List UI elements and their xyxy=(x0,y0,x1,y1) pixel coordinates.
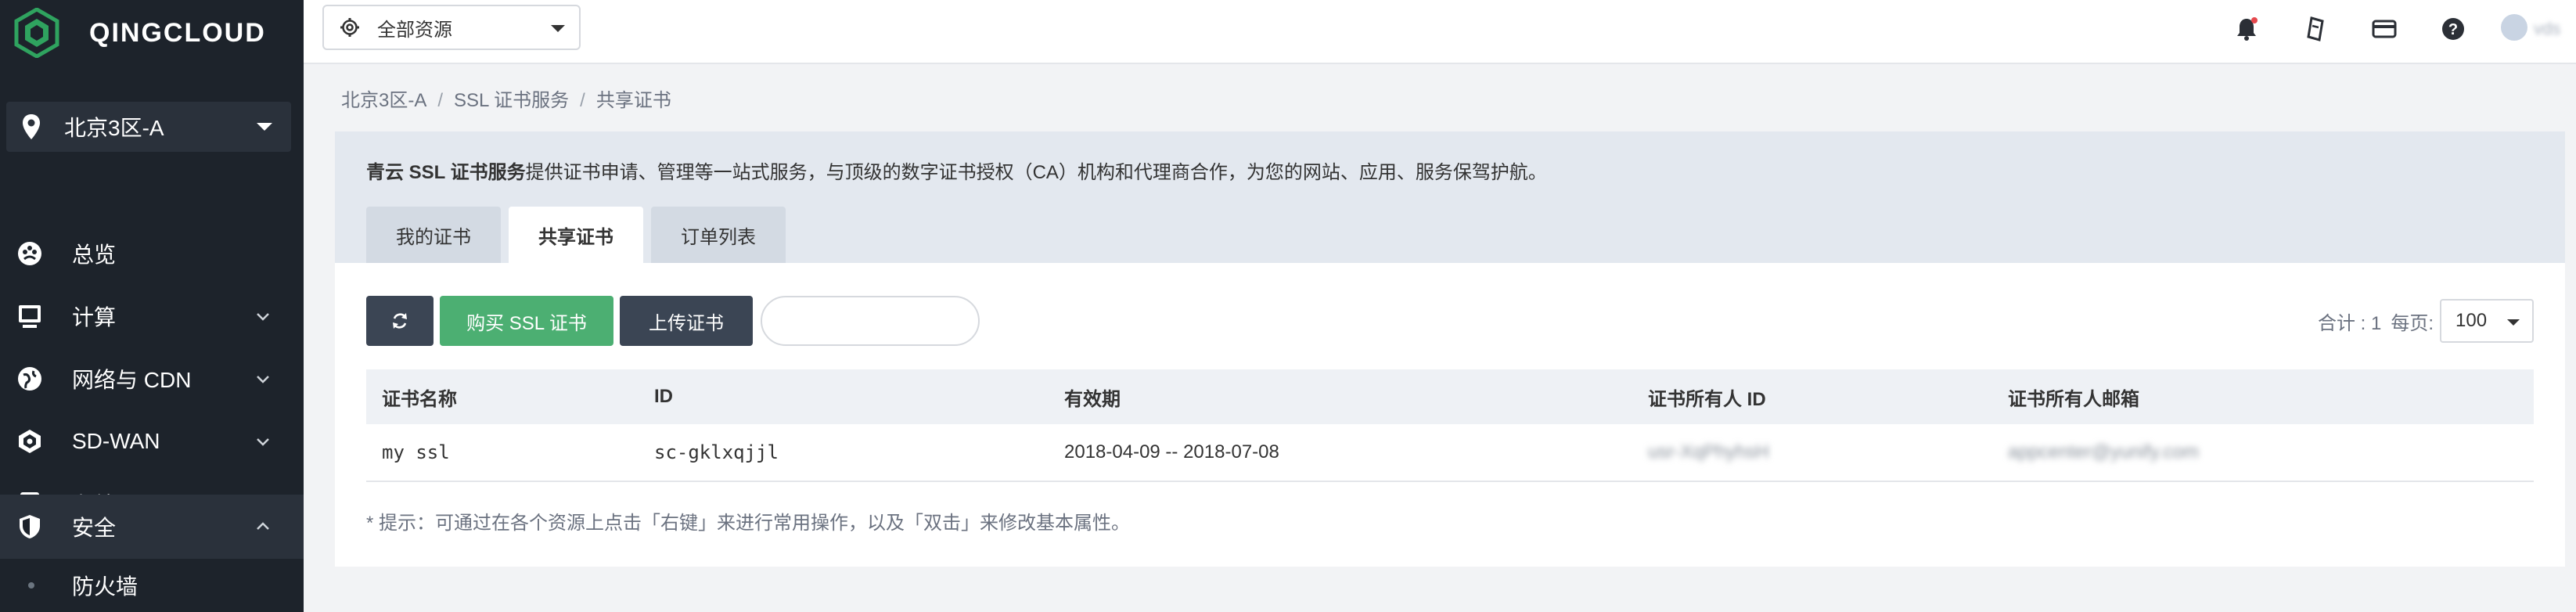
qingcloud-logo-icon xyxy=(14,8,59,58)
sidebar: QINGCLOUD 北京3区-A 总览 计算 网络与 CDN SD-WAN 安全… xyxy=(0,0,304,612)
cell-owner-email: appcenter@yunify.com xyxy=(1992,424,2534,482)
pagination: 合计 : 1 每页: 100 xyxy=(2318,299,2534,343)
column-header-owner-email[interactable]: 证书所有人邮箱 xyxy=(1992,369,2534,424)
resource-select-value: 全部资源 xyxy=(377,19,452,41)
bullet-icon xyxy=(28,582,34,589)
table-row[interactable]: my ssl sc-gklxqjjl 2018-04-09 -- 2018-07… xyxy=(366,424,2534,482)
brand-logo[interactable]: QINGCLOUD xyxy=(14,8,266,58)
brand-name: QINGCLOUD xyxy=(89,17,266,48)
ticket-icon[interactable] xyxy=(2302,16,2329,42)
chevron-down-icon xyxy=(2507,319,2520,326)
sidebar-subitem-firewall[interactable]: 防火墙 xyxy=(0,559,304,612)
breadcrumb-item-zone[interactable]: 北京3区-A xyxy=(341,90,426,111)
total-count: 合计 : 1 xyxy=(2317,312,2382,334)
chevron-down-icon xyxy=(257,376,269,383)
zone-label: 北京3区-A xyxy=(64,116,164,140)
sidebar-item-label: 总览 xyxy=(72,243,117,267)
sidebar-item-sdwan[interactable]: SD-WAN xyxy=(0,410,304,473)
buy-ssl-button[interactable]: 购买 SSL 证书 xyxy=(440,296,613,346)
sidebar-item-security[interactable]: 安全 xyxy=(0,495,304,559)
chevron-up-icon xyxy=(257,522,269,530)
user-name[interactable]: vds xyxy=(2534,19,2560,39)
computer-icon xyxy=(16,302,44,330)
dashboard-icon xyxy=(16,239,44,268)
search-input[interactable] xyxy=(761,296,980,346)
owner-id-value: usr-XqPhyhsH xyxy=(1648,441,1769,463)
tab-order-list[interactable]: 订单列表 xyxy=(651,207,786,263)
refresh-button[interactable] xyxy=(366,296,434,346)
column-header-name[interactable]: 证书名称 xyxy=(366,369,639,424)
column-header-validity[interactable]: 有效期 xyxy=(1049,369,1632,424)
breadcrumb-item-current: 共享证书 xyxy=(595,90,671,111)
breadcrumb: 北京3区-A / SSL 证书服务 / 共享证书 xyxy=(341,85,671,112)
notification-bell-icon[interactable] xyxy=(2233,16,2260,42)
sidebar-item-label: SD-WAN xyxy=(72,429,160,453)
avatar[interactable] xyxy=(2501,14,2527,41)
breadcrumb-item-ssl[interactable]: SSL 证书服务 xyxy=(454,90,569,111)
toolbar: 购买 SSL 证书 上传证书 xyxy=(366,296,980,346)
service-description: 提供证书申请、管理等一站式服务，与顶级的数字证书授权（CA）机构和代理商合作，为… xyxy=(525,162,1547,183)
panel-header: 青云 SSL 证书服务提供证书申请、管理等一站式服务，与顶级的数字证书授权（CA… xyxy=(335,131,2565,263)
service-intro: 青云 SSL 证书服务提供证书申请、管理等一站式服务，与顶级的数字证书授权（CA… xyxy=(366,157,1547,184)
chevron-down-icon xyxy=(257,438,269,446)
upload-certificate-button[interactable]: 上传证书 xyxy=(620,296,753,346)
table-header-row: 证书名称 ID 有效期 证书所有人 ID 证书所有人邮箱 xyxy=(366,369,2534,424)
column-header-id[interactable]: ID xyxy=(639,369,1049,424)
cell-id[interactable]: sc-gklxqjjl xyxy=(639,424,1049,482)
tab-bar: 我的证书 共享证书 订单列表 xyxy=(366,207,786,263)
topbar: 全部资源 ? vds xyxy=(304,0,2576,64)
owner-email-value: appcenter@yunify.com xyxy=(2008,441,2200,463)
sidebar-item-overview[interactable]: 总览 xyxy=(0,222,304,285)
sidebar-item-network[interactable]: 网络与 CDN xyxy=(0,347,304,410)
per-page-value: 100 xyxy=(2455,310,2488,331)
sidebar-item-label: 网络与 CDN xyxy=(72,368,192,392)
sidebar-item-label: 计算 xyxy=(72,305,117,329)
sidebar-item-compute[interactable]: 计算 xyxy=(0,285,304,347)
per-page-label: 每页: xyxy=(2391,312,2434,334)
refresh-icon xyxy=(393,313,407,329)
chevron-down-icon xyxy=(257,123,272,131)
chevron-down-icon xyxy=(257,313,269,321)
tab-my-certificates[interactable]: 我的证书 xyxy=(366,207,501,263)
svg-text:?: ? xyxy=(2448,21,2458,38)
sidebar-subitem-label: 防火墙 xyxy=(72,574,139,599)
resource-select[interactable]: 全部资源 xyxy=(322,5,581,50)
shield-icon xyxy=(16,513,44,541)
breadcrumb-separator: / xyxy=(580,90,585,111)
usage-tip: * 提示：可通过在各个资源上点击「右键」来进行常用操作，以及「双击」来修改基本属… xyxy=(366,513,1131,534)
breadcrumb-separator: / xyxy=(437,90,444,111)
per-page-select[interactable]: 100 xyxy=(2440,299,2534,343)
help-icon[interactable]: ? xyxy=(2440,16,2466,42)
gear-icon xyxy=(340,18,359,37)
globe-icon xyxy=(16,365,44,393)
sdwan-icon xyxy=(16,427,44,455)
main-panel: 青云 SSL 证书服务提供证书申请、管理等一站式服务，与顶级的数字证书授权（CA… xyxy=(335,131,2565,567)
chevron-down-icon xyxy=(551,25,565,32)
cell-owner-id: usr-XqPhyhsH xyxy=(1632,424,1992,482)
sidebar-item-label: 安全 xyxy=(72,516,117,540)
tab-shared-certificates[interactable]: 共享证书 xyxy=(509,207,643,263)
certificate-table: 证书名称 ID 有效期 证书所有人 ID 证书所有人邮箱 my ssl sc-g… xyxy=(366,369,2534,482)
cell-name: my ssl xyxy=(366,424,639,482)
billing-card-icon[interactable] xyxy=(2371,16,2398,42)
location-pin-icon xyxy=(23,114,40,139)
service-name: 青云 SSL 证书服务 xyxy=(366,162,526,183)
column-header-owner-id[interactable]: 证书所有人 ID xyxy=(1632,369,1992,424)
zone-selector[interactable]: 北京3区-A xyxy=(6,102,291,152)
cell-validity: 2018-04-09 -- 2018-07-08 xyxy=(1049,424,1632,482)
